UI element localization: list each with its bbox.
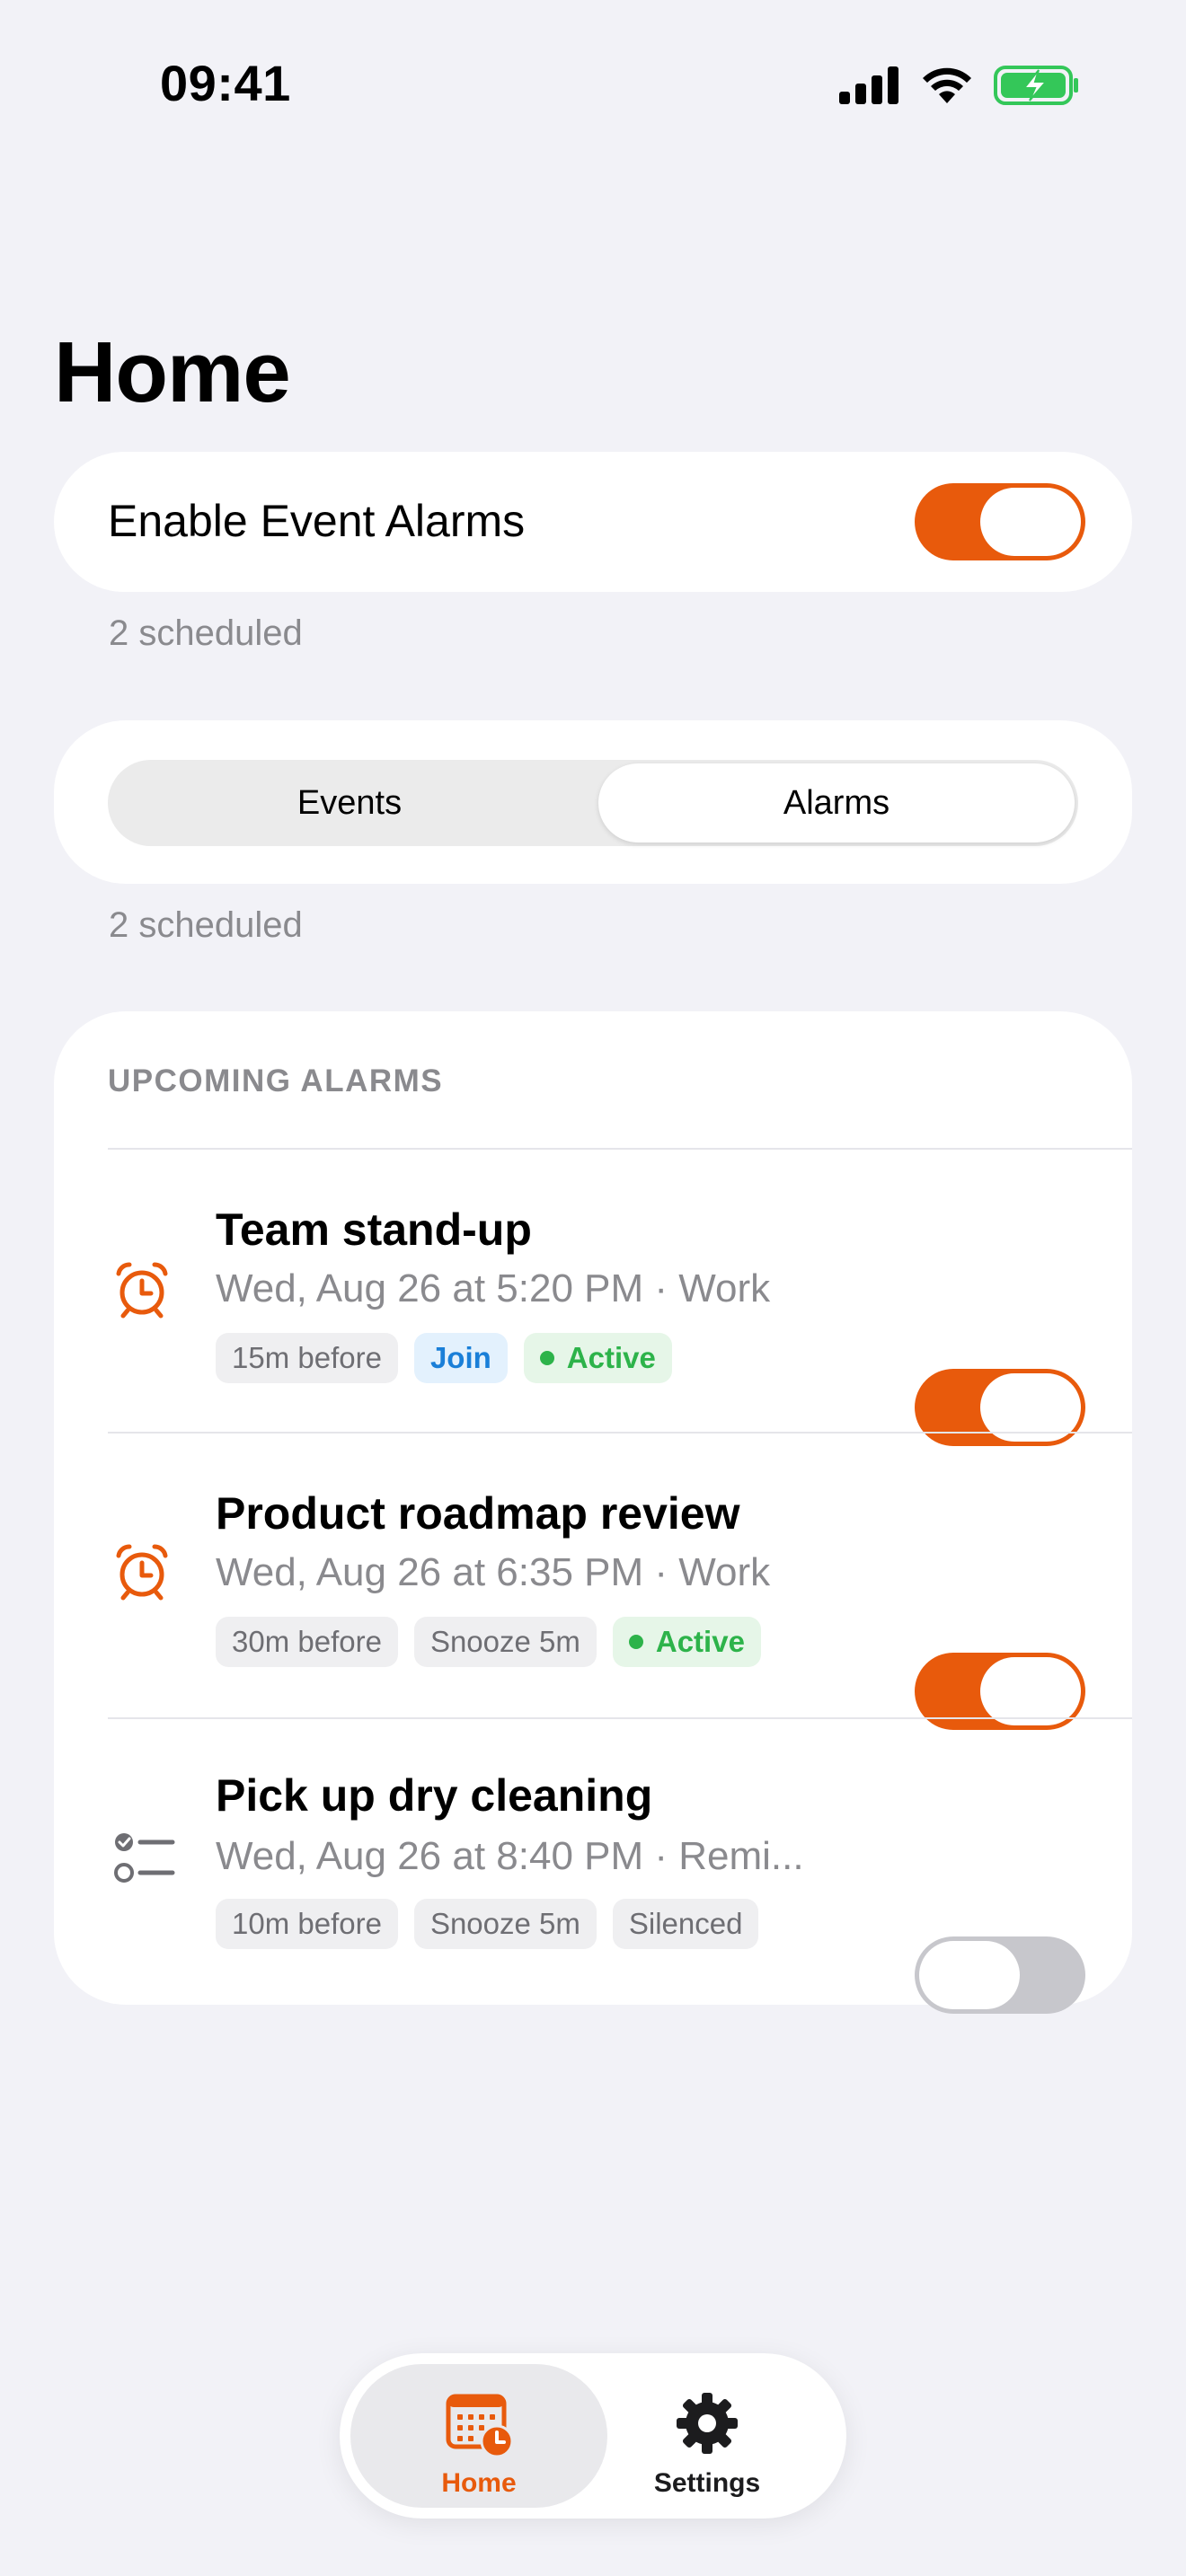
tab-settings[interactable]: Settings <box>579 2364 836 2508</box>
enable-alarms-caption: 2 scheduled <box>109 613 303 653</box>
status-badge: Active <box>612 1617 761 1667</box>
section-header: UPCOMING ALARMS <box>108 1063 444 1098</box>
alarm-subtitle: Wed, Aug 26 at 6:35 PM · Work <box>216 1550 771 1594</box>
enable-alarms-label: Enable Event Alarms <box>108 496 526 546</box>
alarm-toggle[interactable] <box>915 1936 1085 2014</box>
signal-icon <box>839 66 898 104</box>
status-label: Active <box>566 1341 656 1374</box>
segmented-caption: 2 scheduled <box>109 905 303 945</box>
battery-charging-icon <box>994 66 1078 105</box>
gear-icon <box>677 2393 738 2454</box>
active-dot-icon <box>539 1351 554 1365</box>
snooze-chip: Snooze 5m <box>413 1617 597 1667</box>
alarm-chips: 30m before Snooze 5m Active <box>216 1617 761 1667</box>
calendar-clock-icon <box>446 2394 513 2457</box>
segment-alarms[interactable]: Alarms <box>598 763 1075 842</box>
alarm-row-product-roadmap[interactable]: Product roadmap review Wed, Aug 26 at 6:… <box>54 1434 1132 1730</box>
enable-alarms-toggle[interactable] <box>915 483 1085 560</box>
tab-label: Home <box>441 2468 517 2498</box>
alarm-chips: 15m before Join Active <box>216 1333 672 1383</box>
alarm-subtitle: Wed, Aug 26 at 5:20 PM · Work <box>216 1266 771 1310</box>
wifi-icon <box>923 67 971 103</box>
status-badge: Active <box>523 1333 672 1383</box>
toggle-knob <box>919 1941 1020 2009</box>
join-button[interactable]: Join <box>413 1333 508 1383</box>
active-dot-icon <box>628 1635 643 1649</box>
alarm-row-dry-cleaning[interactable]: Pick up dry cleaning Wed, Aug 26 at 8:40… <box>54 1719 1132 2014</box>
lead-time-chip: 15m before <box>216 1333 398 1383</box>
alarm-title: Product roadmap review <box>216 1488 740 1539</box>
status-icons <box>839 63 1080 108</box>
status-label: Active <box>655 1625 745 1658</box>
alarm-chips: 10m before Snooze 5m Silenced <box>216 1899 759 1949</box>
alarm-title: Team stand-up <box>216 1204 532 1255</box>
status-badge: Silenced <box>612 1899 759 1949</box>
status-bar: 09:41 <box>0 0 1186 171</box>
alarm-row-team-standup[interactable]: Team stand-up Wed, Aug 26 at 5:20 PM · W… <box>54 1150 1132 1446</box>
alarm-subtitle: Wed, Aug 26 at 8:40 PM · Remi... <box>216 1834 804 1878</box>
alarm-title: Pick up dry cleaning <box>216 1770 653 1821</box>
segmented-control: Events Alarms <box>108 760 1078 846</box>
lead-time-chip: 30m before <box>216 1617 398 1667</box>
lead-time-chip: 10m before <box>216 1899 398 1949</box>
segment-events[interactable]: Events <box>111 763 588 842</box>
alarm-clock-icon <box>116 1262 168 1319</box>
alarm-clock-icon <box>116 1544 168 1601</box>
checklist-icon <box>114 1833 175 1883</box>
view-switcher-card: Events Alarms <box>54 720 1132 884</box>
toggle-knob <box>980 1657 1081 1725</box>
status-time: 09:41 <box>160 55 291 111</box>
tab-label: Settings <box>653 2468 761 2498</box>
tab-bar: Home Settings <box>340 2353 846 2519</box>
upcoming-alarms-card: UPCOMING ALARMS Team stand-up Wed, Aug 2… <box>54 1011 1132 2014</box>
enable-alarms-card: Enable Event Alarms <box>54 452 1132 592</box>
toggle-knob <box>980 488 1081 556</box>
tab-home[interactable]: Home <box>350 2364 607 2508</box>
page-title: Home <box>54 324 291 420</box>
snooze-chip: Snooze 5m <box>413 1899 597 1949</box>
